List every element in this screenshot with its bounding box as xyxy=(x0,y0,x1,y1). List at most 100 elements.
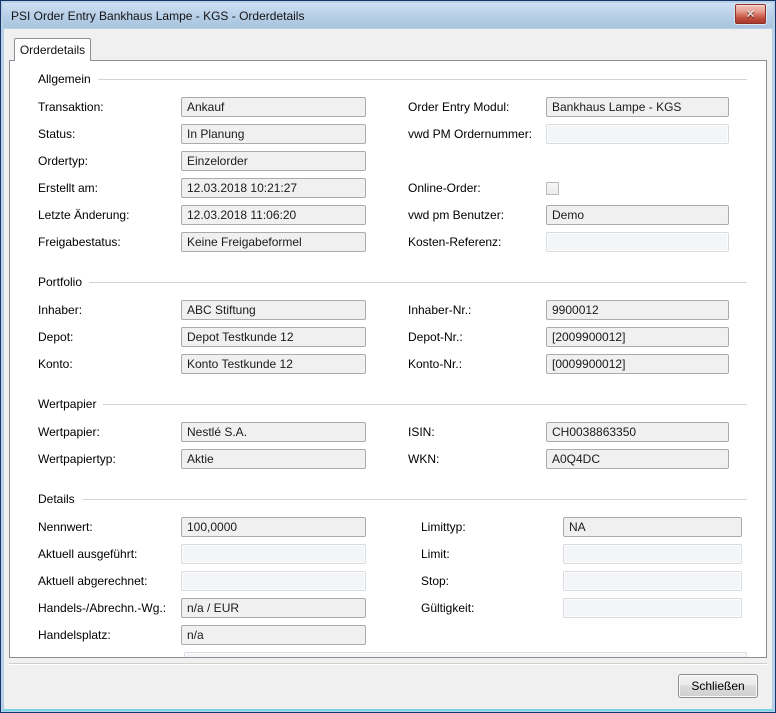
field-aktuell-ausgefuehrt xyxy=(181,544,366,564)
label-limittyp: Limittyp: xyxy=(421,520,563,534)
label-erstellt-am: Erstellt am: xyxy=(38,181,181,195)
label-vwd-pm-ordernummer: vwd PM Ordernummer: xyxy=(408,127,546,141)
field-nennwert[interactable]: 100,0000 xyxy=(181,517,366,537)
tab-label: Orderdetails xyxy=(20,43,85,57)
field-konto-nr[interactable]: [0009900012] xyxy=(546,354,729,374)
label-kosten-referenz: Kosten-Referenz: xyxy=(408,235,546,249)
label-ordertyp: Ordertyp: xyxy=(38,154,181,168)
group-divider xyxy=(103,404,747,405)
label-wertpapier: Wertpapier: xyxy=(38,425,181,439)
close-window-button[interactable]: ✕ xyxy=(735,4,766,24)
row-inhaber-nr: Inhaber-Nr.: 9900012 xyxy=(408,300,729,320)
titlebar[interactable]: PSI Order Entry Bankhaus Lampe - KGS - O… xyxy=(3,3,773,28)
schliessen-button[interactable]: Schließen xyxy=(678,674,758,698)
label-aktuell-abgerechnet: Aktuell abgerechnet: xyxy=(38,574,181,588)
label-inhaber: Inhaber: xyxy=(38,303,181,317)
schliessen-button-label: Schließen xyxy=(691,679,744,693)
row-status: Status: In Planung xyxy=(38,124,366,144)
label-stop: Stop: xyxy=(421,574,563,588)
label-freigabestatus: Freigabestatus: xyxy=(38,235,181,249)
window-title: PSI Order Entry Bankhaus Lampe - KGS - O… xyxy=(11,9,304,23)
dialog-window: PSI Order Entry Bankhaus Lampe - KGS - O… xyxy=(0,0,776,713)
field-handels-abrechn-wg[interactable]: n/a / EUR xyxy=(181,598,366,618)
row-gueltigkeit: Gültigkeit: xyxy=(421,598,742,618)
label-konto-nr: Konto-Nr.: xyxy=(408,357,546,371)
row-limittyp: Limittyp: NA xyxy=(421,517,742,537)
field-wertpapiertyp[interactable]: Aktie xyxy=(181,449,366,469)
row-bemerkung: Bemerkung: xyxy=(38,652,747,658)
group-allgemein: Allgemein Transaktion: Ankauf Status: In… xyxy=(38,71,747,259)
tab-orderdetails[interactable]: Orderdetails xyxy=(14,38,91,61)
field-vwd-pm-ordernummer xyxy=(546,124,729,144)
field-stop xyxy=(563,571,742,591)
row-kosten-referenz: Kosten-Referenz: xyxy=(408,232,729,252)
row-depot: Depot: Depot Testkunde 12 xyxy=(38,327,366,347)
row-isin: ISIN: CH0038863350 xyxy=(408,422,729,442)
row-handelsplatz: Handelsplatz: n/a xyxy=(38,625,366,645)
row-inhaber: Inhaber: ABC Stiftung xyxy=(38,300,366,320)
field-limittyp[interactable]: NA xyxy=(563,517,742,537)
field-depot[interactable]: Depot Testkunde 12 xyxy=(181,327,366,347)
close-icon: ✕ xyxy=(745,8,755,20)
field-inhaber-nr[interactable]: 9900012 xyxy=(546,300,729,320)
row-letzte-aenderung: Letzte Änderung: 12.03.2018 11:06:20 xyxy=(38,205,366,225)
field-bemerkung xyxy=(184,652,747,658)
field-ordertyp[interactable]: Einzelorder xyxy=(181,151,366,171)
field-limit xyxy=(563,544,742,564)
field-freigabestatus[interactable]: Keine Freigabeformel xyxy=(181,232,366,252)
group-details: Details Nennwert: 100,0000 Aktuell ausge… xyxy=(38,491,747,658)
label-bemerkung: Bemerkung: xyxy=(38,655,184,658)
label-wkn: WKN: xyxy=(408,452,546,466)
field-wkn[interactable]: A0Q4DC xyxy=(546,449,729,469)
dialog-client-area: Orderdetails Allgemein Transaktion: Anka… xyxy=(4,29,772,709)
field-wertpapier[interactable]: Nestlé S.A. xyxy=(181,422,366,442)
row-ordertyp: Ordertyp: Einzelorder xyxy=(38,151,366,171)
label-handels-abrechn-wg: Handels-/Abrechn.-Wg.: xyxy=(38,601,181,615)
field-transaktion[interactable]: Ankauf xyxy=(181,97,366,117)
field-kosten-referenz xyxy=(546,232,729,252)
label-letzte-aenderung: Letzte Änderung: xyxy=(38,208,181,222)
group-wertpapier: Wertpapier Wertpapier: Nestlé S.A. Wertp… xyxy=(38,396,747,476)
field-handelsplatz[interactable]: n/a xyxy=(181,625,366,645)
label-inhaber-nr: Inhaber-Nr.: xyxy=(408,303,546,317)
field-vwd-pm-benutzer[interactable]: Demo xyxy=(546,205,729,225)
row-wertpapiertyp: Wertpapiertyp: Aktie xyxy=(38,449,366,469)
field-konto[interactable]: Konto Testkunde 12 xyxy=(181,354,366,374)
label-nennwert: Nennwert: xyxy=(38,520,181,534)
label-konto: Konto: xyxy=(38,357,181,371)
row-transaktion: Transaktion: Ankauf xyxy=(38,97,366,117)
group-title-portfolio: Portfolio xyxy=(38,275,89,289)
row-wkn: WKN: A0Q4DC xyxy=(408,449,729,469)
label-status: Status: xyxy=(38,127,181,141)
field-erstellt-am[interactable]: 12.03.2018 10:21:27 xyxy=(181,178,366,198)
field-order-entry-modul[interactable]: Bankhaus Lampe - KGS xyxy=(546,97,729,117)
field-status[interactable]: In Planung xyxy=(181,124,366,144)
row-freigabestatus: Freigabestatus: Keine Freigabeformel xyxy=(38,232,366,252)
row-aktuell-ausgefuehrt: Aktuell ausgeführt: xyxy=(38,544,366,564)
footer-divider xyxy=(9,663,767,665)
label-wertpapiertyp: Wertpapiertyp: xyxy=(38,452,181,466)
label-aktuell-ausgefuehrt: Aktuell ausgeführt: xyxy=(38,547,181,561)
group-title-details: Details xyxy=(38,492,82,506)
field-letzte-aenderung[interactable]: 12.03.2018 11:06:20 xyxy=(181,205,366,225)
group-divider xyxy=(98,79,747,80)
label-limit: Limit: xyxy=(421,547,563,561)
row-limit: Limit: xyxy=(421,544,742,564)
row-erstellt-am: Erstellt am: 12.03.2018 10:21:27 xyxy=(38,178,366,198)
row-handels-abrechn-wg: Handels-/Abrechn.-Wg.: n/a / EUR xyxy=(38,598,366,618)
label-depot-nr: Depot-Nr.: xyxy=(408,330,546,344)
row-vwd-pm-benutzer: vwd pm Benutzer: Demo xyxy=(408,205,729,225)
field-depot-nr[interactable]: [2009900012] xyxy=(546,327,729,347)
row-stop: Stop: xyxy=(421,571,742,591)
field-inhaber[interactable]: ABC Stiftung xyxy=(181,300,366,320)
group-portfolio: Portfolio Inhaber: ABC Stiftung Depot: D… xyxy=(38,274,747,381)
field-gueltigkeit xyxy=(563,598,742,618)
row-vwd-pm-ordernummer: vwd PM Ordernummer: xyxy=(408,124,729,144)
row-online-order: Online-Order: xyxy=(408,178,729,198)
label-vwd-pm-benutzer: vwd pm Benutzer: xyxy=(408,208,546,222)
group-divider xyxy=(89,282,747,283)
field-isin[interactable]: CH0038863350 xyxy=(546,422,729,442)
group-title-wertpapier: Wertpapier xyxy=(38,397,103,411)
row-wertpapier: Wertpapier: Nestlé S.A. xyxy=(38,422,366,442)
group-title-allgemein: Allgemein xyxy=(38,72,98,86)
